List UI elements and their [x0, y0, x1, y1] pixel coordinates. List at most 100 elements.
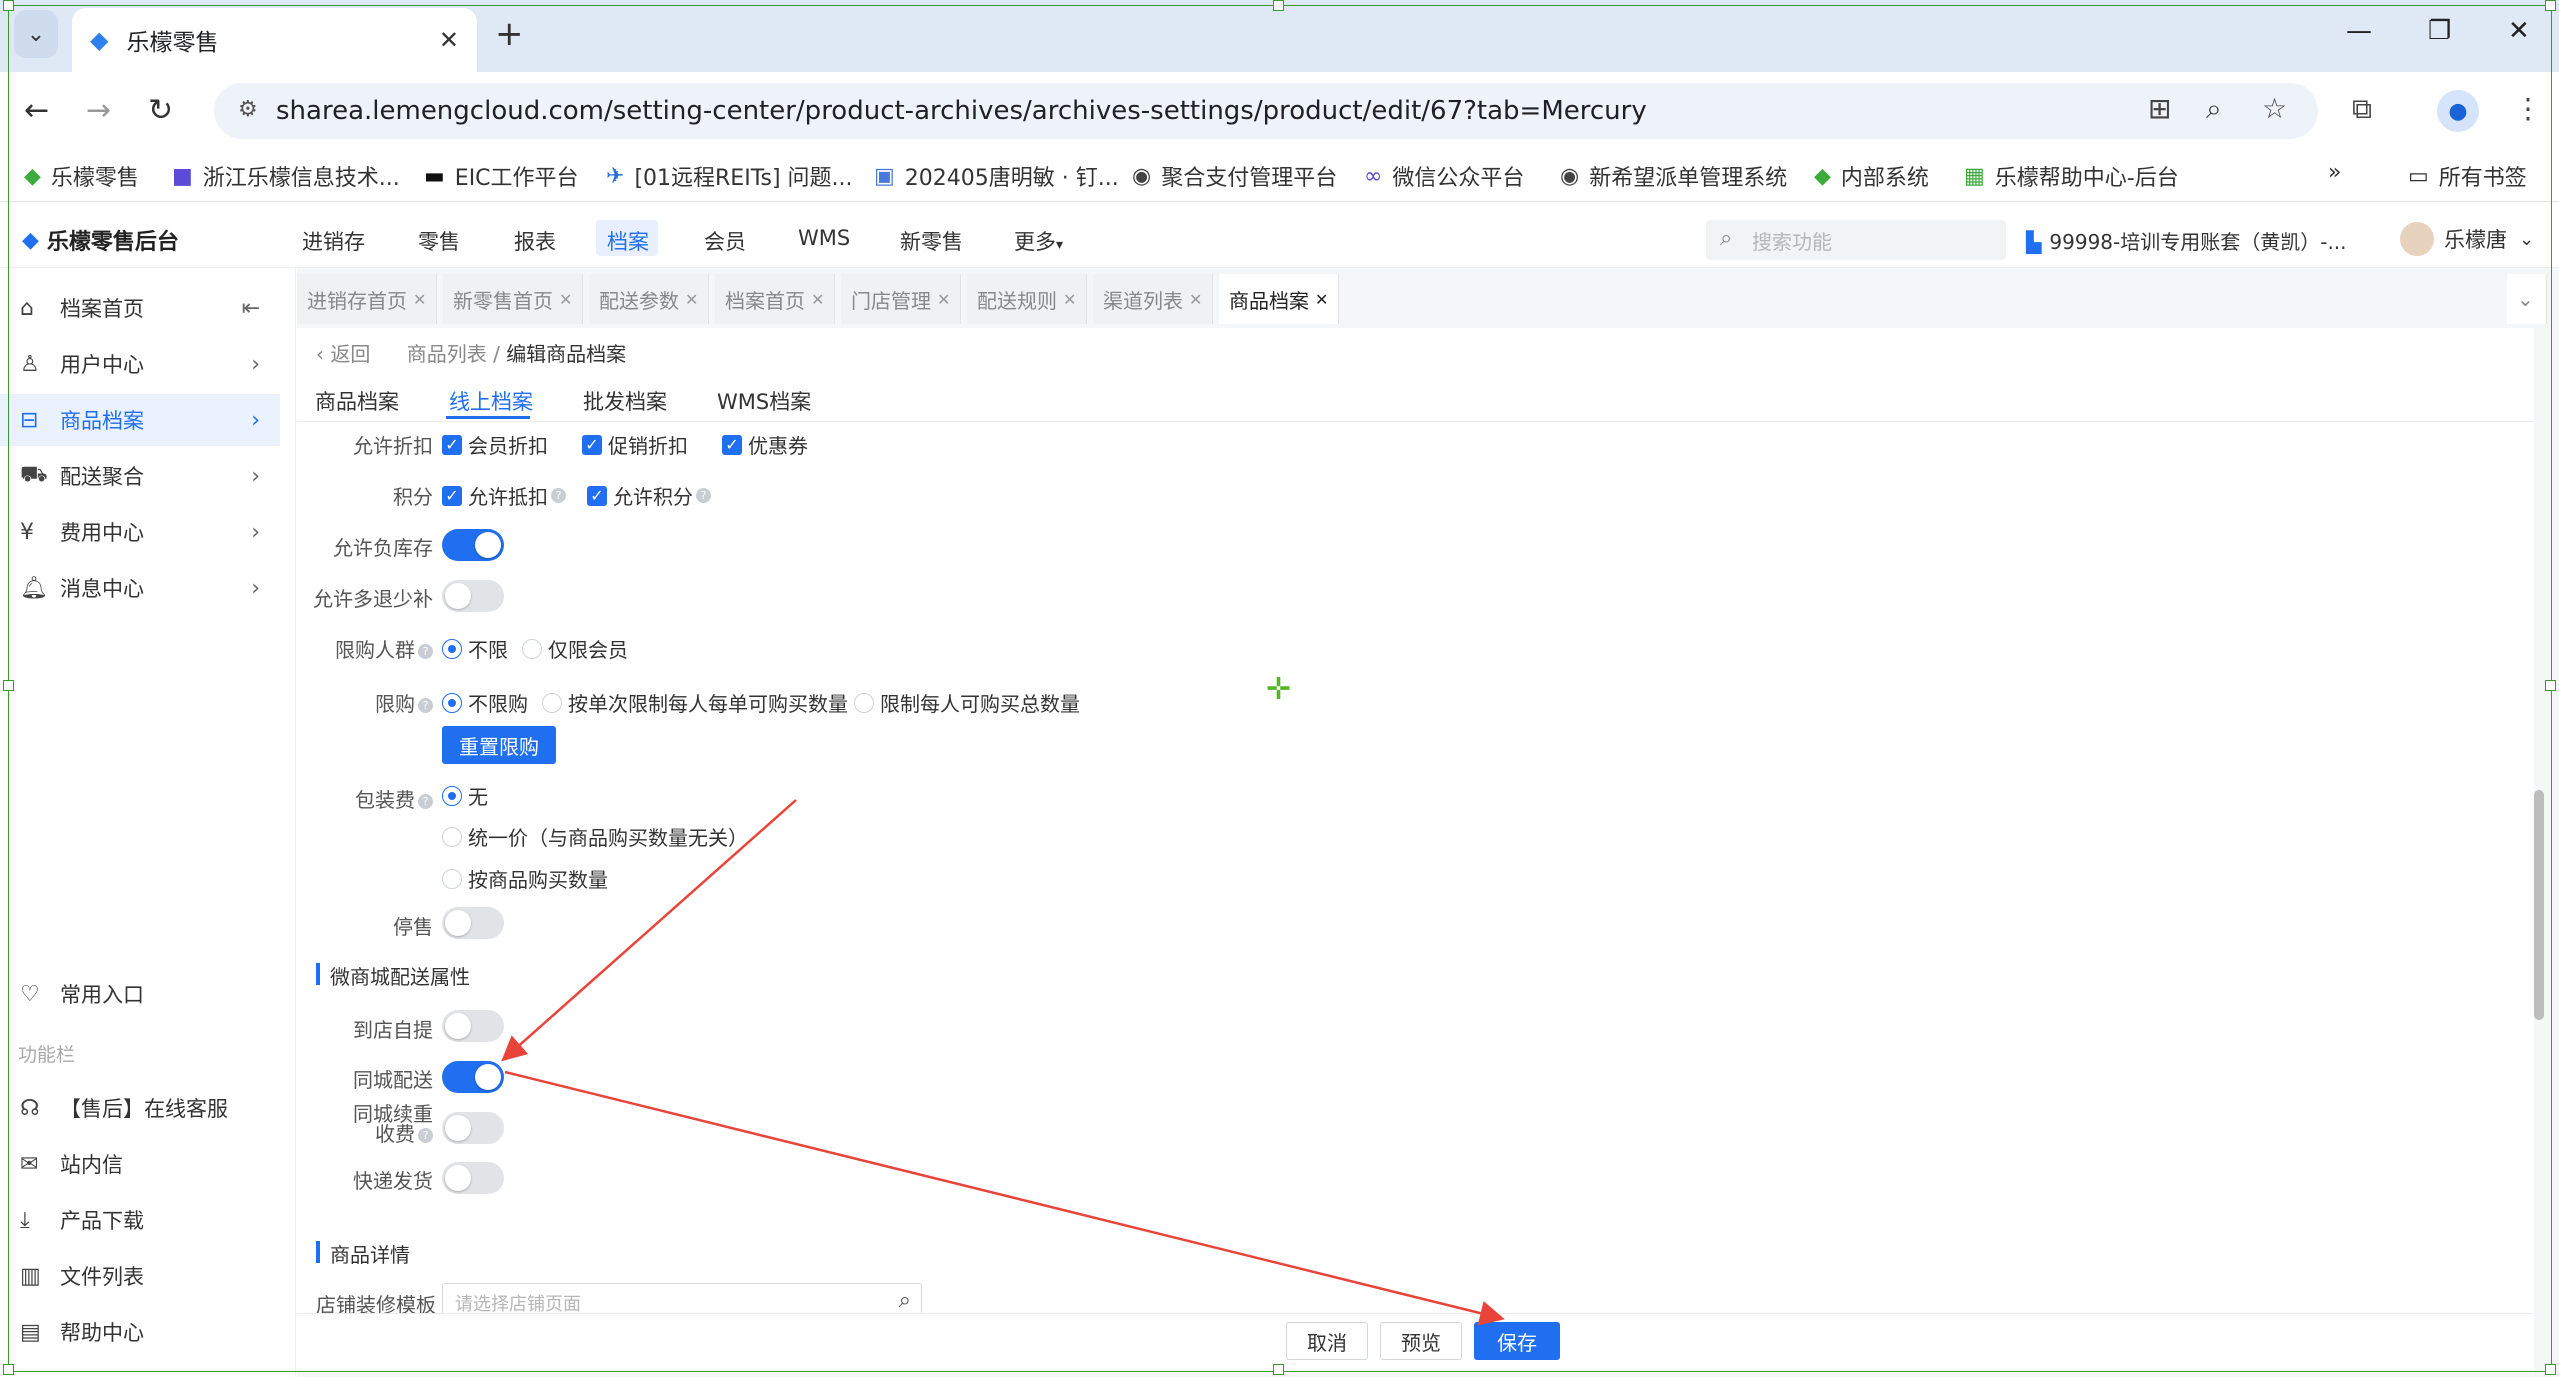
same-city-weight-toggle[interactable]	[442, 1112, 504, 1144]
all-bookmarks[interactable]: ▭ 所有书签	[2408, 160, 2527, 192]
page-tab[interactable]: 配送规则 ✕	[967, 274, 1088, 324]
resize-handle[interactable]	[3, 0, 14, 11]
menu-kebab-icon[interactable]: ⋮	[2514, 92, 2542, 125]
close-icon[interactable]: ✕	[559, 290, 572, 309]
top-nav-item[interactable]: 报表	[514, 226, 556, 256]
function-search-input[interactable]: ⌕ 搜索功能	[1706, 220, 2006, 260]
page-tab[interactable]: 门店管理 ✕	[841, 274, 962, 324]
bookmark-item[interactable]: ◆ 乐檬零售	[24, 160, 139, 192]
resize-handle[interactable]	[1273, 1364, 1284, 1375]
sidebar-item-product-archive[interactable]: ⊟ 商品档案 ›	[0, 394, 280, 446]
extensions-icon[interactable]: ⧉	[2352, 92, 2372, 126]
packaging-flat-radio[interactable]: 统一价（与商品购买数量无关）	[442, 822, 748, 851]
account-selector[interactable]: ▙ 99998-培训专用账套（黄凯）-...	[2026, 226, 2347, 255]
breadcrumb-parent[interactable]: 商品列表	[407, 342, 487, 366]
suspend-sale-toggle[interactable]	[442, 907, 504, 939]
limit-none-radio[interactable]: 不限购	[442, 688, 528, 717]
top-nav-item-active[interactable]: 档案	[607, 226, 649, 256]
preview-button[interactable]: 预览	[1380, 1322, 1462, 1360]
top-nav-item[interactable]: 零售	[418, 226, 460, 256]
resize-handle[interactable]	[2545, 680, 2556, 691]
page-tab[interactable]: 新零售首页 ✕	[443, 274, 584, 324]
sidebar-item-fee-center[interactable]: ¥ 费用中心 ›	[0, 506, 280, 558]
promo-discount-checkbox[interactable]: ✓ 促销折扣	[582, 430, 688, 459]
app-logo[interactable]: ◆ 乐檬零售后台	[22, 224, 179, 256]
close-icon[interactable]: ✕	[1063, 290, 1076, 309]
coupon-checkbox[interactable]: ✓ 优惠券	[722, 430, 808, 459]
allow-points-checkbox[interactable]: ✓ 允许积分?	[587, 481, 711, 510]
back-link[interactable]: ‹ 返回	[316, 342, 370, 366]
page-tab[interactable]: 档案首页 ✕	[715, 274, 836, 324]
page-tab-active[interactable]: 商品档案 ✕	[1219, 274, 1340, 324]
sub-tab-wms-archive[interactable]: WMS档案	[717, 386, 811, 416]
express-toggle[interactable]	[442, 1162, 504, 1194]
allow-deduct-checkbox[interactable]: ✓ 允许抵扣?	[442, 481, 566, 510]
address-bar[interactable]: ⚙ sharea.lemengcloud.com/setting-center/…	[214, 83, 2318, 139]
same-city-toggle[interactable]	[442, 1061, 504, 1093]
member-discount-checkbox[interactable]: ✓ 会员折扣	[442, 430, 548, 459]
question-icon[interactable]: ?	[418, 794, 433, 809]
close-icon[interactable]: ✕	[937, 290, 950, 309]
resize-handle[interactable]	[1273, 0, 1284, 11]
bookmark-item[interactable]: ◉ 新希望派单管理系统	[1560, 160, 1787, 192]
sidebar-item-message-center[interactable]: 🔔︎ 消息中心 ›	[0, 562, 280, 614]
bookmark-item[interactable]: ▬ EIC工作平台	[424, 160, 579, 192]
close-icon[interactable]: ✕	[413, 290, 426, 309]
bookmark-item[interactable]: ◆ 内部系统	[1814, 160, 1929, 192]
top-nav-item[interactable]: WMS	[798, 226, 850, 250]
top-nav-item[interactable]: 会员	[704, 226, 746, 256]
question-icon[interactable]: ?	[418, 1128, 433, 1143]
top-nav-more[interactable]: 更多▾	[1014, 226, 1063, 256]
tab-search-button[interactable]: ⌄	[14, 10, 58, 58]
sidebar-item-archive-home[interactable]: ⌂ 档案首页 ⇤	[0, 282, 280, 334]
bookmark-item[interactable]: ◉ 聚合支付管理平台	[1132, 160, 1337, 192]
top-nav-item[interactable]: 进销存	[302, 226, 365, 256]
reload-icon[interactable]: ↻	[148, 88, 173, 134]
question-icon[interactable]: ?	[696, 488, 711, 503]
bookmark-item[interactable]: ∞ 微信公众平台	[1364, 160, 1524, 192]
resize-handle[interactable]	[2545, 0, 2556, 11]
bookmark-item[interactable]: ■ 浙江乐檬信息技术...	[172, 160, 400, 192]
close-window-button[interactable]: ✕	[2508, 16, 2530, 46]
packaging-none-radio[interactable]: 无	[442, 781, 488, 810]
close-icon[interactable]: ✕	[685, 290, 698, 309]
resize-handle[interactable]	[2545, 1364, 2556, 1375]
user-menu[interactable]: 乐檬唐 ⌄	[2400, 222, 2534, 256]
close-icon[interactable]: ✕	[1315, 290, 1328, 309]
tabs-overflow-chevron-icon[interactable]: ⌄	[2507, 274, 2547, 324]
resize-handle[interactable]	[3, 1364, 14, 1375]
sub-tab-wholesale-archive[interactable]: 批发档案	[583, 386, 667, 416]
bookmark-item[interactable]: ▦ 乐檬帮助中心-后台	[1964, 160, 2179, 192]
packaging-per-qty-radio[interactable]: 按商品购买数量	[442, 864, 608, 893]
sidebar-tool-inbox[interactable]: ✉ 站内信	[0, 1138, 280, 1190]
store-pickup-toggle[interactable]	[442, 1010, 504, 1042]
close-icon[interactable]: ✕	[1189, 290, 1202, 309]
zoom-icon[interactable]: ⌕	[2206, 92, 2222, 126]
save-button[interactable]: 保存	[1474, 1322, 1560, 1360]
cancel-button[interactable]: 取消	[1286, 1322, 1368, 1360]
site-settings-icon[interactable]: ⚙	[238, 97, 258, 122]
sidebar-tool-download[interactable]: ⤓ 产品下载	[0, 1194, 280, 1246]
sidebar-tool-file-list[interactable]: ▥ 文件列表	[0, 1250, 280, 1302]
sidebar-tool-online-service[interactable]: ☊ 【售后】在线客服	[0, 1082, 280, 1134]
sub-tab-product-archive[interactable]: 商品档案	[315, 386, 399, 416]
profile-avatar[interactable]: ●	[2437, 90, 2479, 132]
sidebar-common-entry[interactable]: ♡ 常用入口	[0, 968, 280, 1020]
back-arrow-icon[interactable]: ←	[24, 88, 49, 134]
limit-group-member-radio[interactable]: 仅限会员	[522, 634, 628, 663]
sidebar-tool-help[interactable]: ▤ 帮助中心	[0, 1306, 280, 1358]
question-icon[interactable]: ?	[551, 488, 566, 503]
page-tab[interactable]: 配送参数 ✕	[589, 274, 710, 324]
translate-icon[interactable]: ⊞	[2148, 92, 2171, 125]
page-tab[interactable]: 进销存首页 ✕	[297, 274, 438, 324]
bookmark-item[interactable]: ▣ 202405唐明敏 · 钉...	[874, 160, 1119, 192]
restore-button[interactable]: ❐	[2428, 16, 2451, 46]
close-icon[interactable]: ✕	[811, 290, 824, 309]
allow-refund-diff-toggle[interactable]	[442, 580, 504, 612]
new-tab-button[interactable]: +	[495, 16, 524, 52]
page-tab[interactable]: 渠道列表 ✕	[1093, 274, 1214, 324]
question-icon[interactable]: ?	[418, 698, 433, 713]
sidebar-item-user-center[interactable]: ♙ 用户中心 ›	[0, 338, 280, 390]
allow-negative-stock-toggle[interactable]	[442, 529, 504, 561]
scrollbar[interactable]	[2534, 790, 2544, 1020]
